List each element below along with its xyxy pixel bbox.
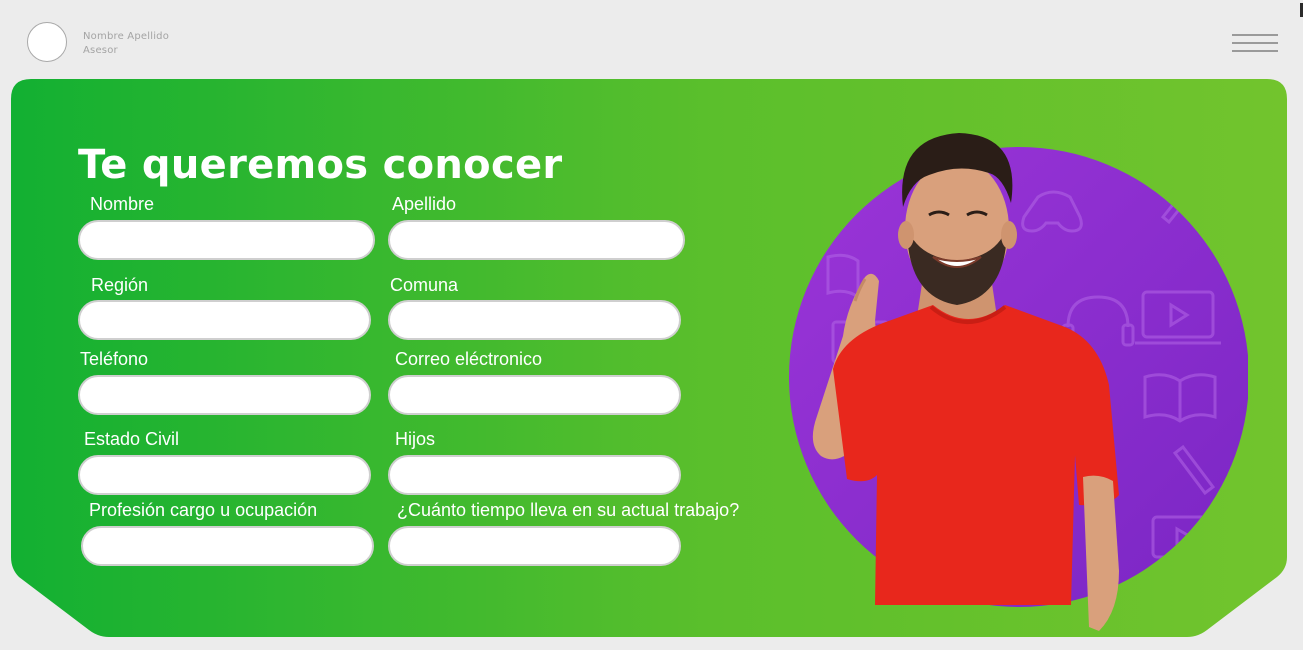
label-correo: Correo eléctronico — [395, 349, 543, 369]
label-tiempo-trabajo: ¿Cuánto tiempo lleva en su actual trabaj… — [397, 500, 740, 520]
label-hijos: Hijos — [395, 429, 436, 449]
profesion-input[interactable] — [81, 526, 374, 566]
user-name: Nombre Apellido — [83, 31, 170, 42]
form-title: Te queremos conocer — [78, 142, 563, 188]
label-apellido: Apellido — [392, 194, 457, 214]
hero-image — [789, 133, 1248, 631]
top-bar: Nombre Apellido Asesor — [0, 0, 1303, 80]
label-comuna: Comuna — [390, 275, 459, 295]
estado-civil-input[interactable] — [78, 455, 371, 495]
label-region: Región — [91, 275, 149, 295]
tiempo-trabajo-input[interactable] — [388, 526, 681, 566]
apellido-input[interactable] — [388, 220, 685, 260]
avatar[interactable] — [27, 22, 67, 62]
label-profesion: Profesión cargo u ocupación — [89, 500, 318, 520]
label-telefono: Teléfono — [80, 349, 149, 369]
telefono-input[interactable] — [78, 375, 371, 415]
region-input[interactable] — [78, 300, 371, 340]
label-nombre: Nombre — [90, 194, 155, 214]
user-role: Asesor — [83, 45, 118, 56]
nombre-input[interactable] — [78, 220, 375, 260]
comuna-input[interactable] — [388, 300, 681, 340]
correo-input[interactable] — [388, 375, 681, 415]
hamburger-menu-icon[interactable] — [1230, 30, 1280, 56]
page: Nombre Apellido Asesor Te queremos conoc… — [0, 0, 1303, 650]
label-estado-civil: Estado Civil — [84, 429, 180, 449]
form-card: Te queremos conocer Nombre Apellido Regi… — [11, 79, 1287, 637]
hijos-input[interactable] — [388, 455, 681, 495]
